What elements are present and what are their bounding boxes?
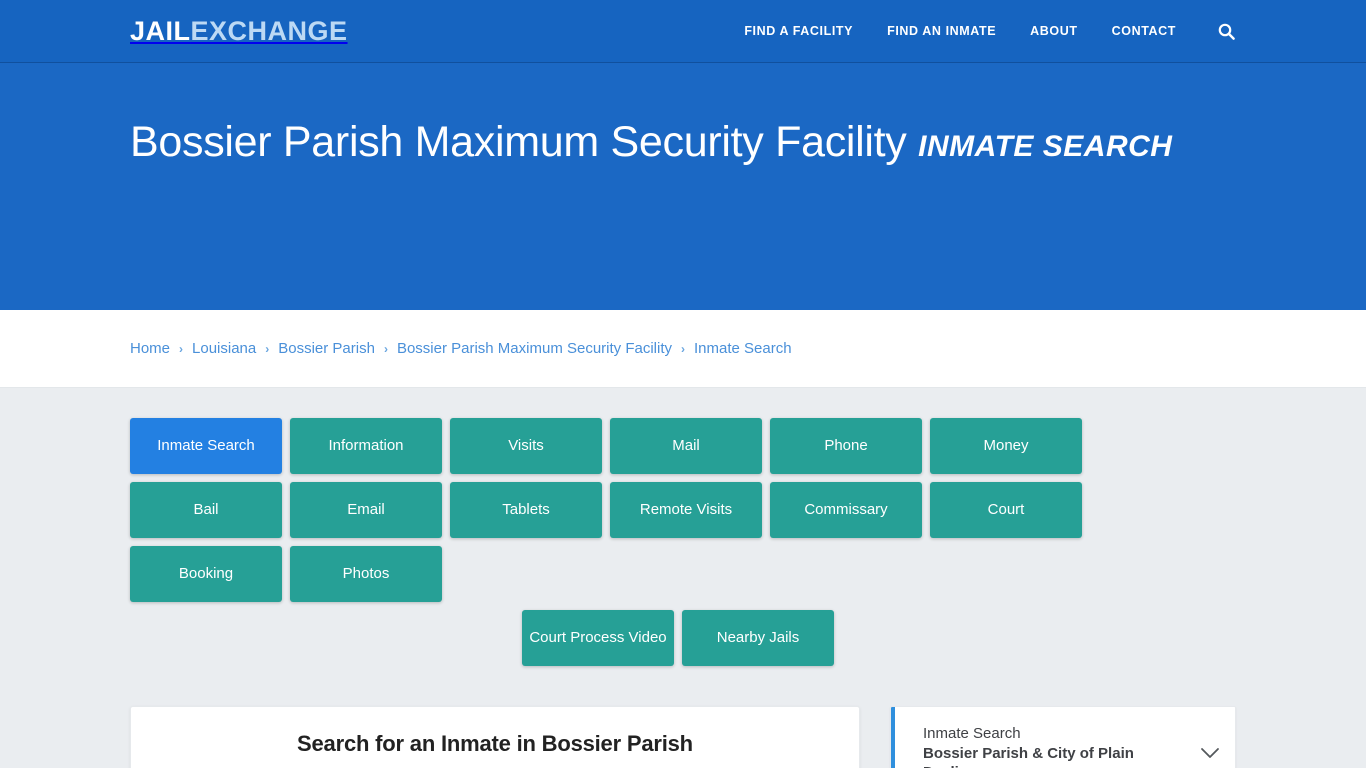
tab-photos[interactable]: Photos — [290, 546, 442, 602]
tab-money[interactable]: Money — [930, 418, 1082, 474]
breadcrumb: Home › Louisiana › Bossier Parish › Boss… — [130, 340, 792, 357]
main-navigation: FIND A FACILITY FIND AN INMATE ABOUT CON… — [744, 21, 1236, 41]
tab-remote-visits[interactable]: Remote Visits — [610, 482, 762, 538]
tab-mail[interactable]: Mail — [610, 418, 762, 474]
content-row: Search for an Inmate in Bossier Parish R… — [130, 706, 1236, 768]
tab-tablets[interactable]: Tablets — [450, 482, 602, 538]
chevron-right-icon: › — [383, 341, 388, 356]
top-navbar: JAILEXCHANGE FIND A FACILITY FIND AN INM… — [0, 0, 1366, 63]
tab-court[interactable]: Court — [930, 482, 1082, 538]
breadcrumb-item-facility[interactable]: Bossier Parish Maximum Security Facility — [397, 340, 672, 357]
nav-item-about[interactable]: ABOUT — [1030, 24, 1077, 38]
breadcrumb-item-home[interactable]: Home — [130, 340, 170, 357]
chevron-right-icon: › — [265, 341, 270, 356]
search-icon[interactable] — [1216, 21, 1236, 41]
inmate-search-card: Search for an Inmate in Bossier Parish R… — [130, 706, 860, 768]
chevron-right-icon: › — [179, 341, 184, 356]
accordion-item-title: Inmate Search — [923, 725, 1021, 742]
sidebar-accordion: Inmate Search Bossier Parish & City of P… — [890, 706, 1236, 768]
main-content: Inmate Search Information Visits Mail Ph… — [0, 388, 1366, 768]
accordion-item-bossier-parish[interactable]: Inmate Search Bossier Parish & City of P… — [891, 707, 1235, 768]
tab-nearby-jails[interactable]: Nearby Jails — [682, 610, 834, 666]
tab-visits[interactable]: Visits — [450, 418, 602, 474]
breadcrumb-band: Home › Louisiana › Bossier Parish › Boss… — [0, 310, 1366, 388]
breadcrumb-item-louisiana[interactable]: Louisiana — [192, 340, 256, 357]
chevron-down-icon — [1199, 742, 1221, 764]
accordion-item-label: Inmate Search Bossier Parish & City of P… — [923, 724, 1189, 768]
page-title-facility: Bossier Parish Maximum Security Facility — [130, 118, 919, 166]
tab-bail[interactable]: Bail — [130, 482, 282, 538]
breadcrumb-item-bossier-parish[interactable]: Bossier Parish — [278, 340, 375, 357]
page-title: Bossier Parish Maximum Security Facility… — [130, 113, 1200, 171]
facility-tab-grid: Inmate Search Information Visits Mail Ph… — [130, 418, 1226, 602]
tab-court-process-video[interactable]: Court Process Video — [522, 610, 674, 666]
tab-commissary[interactable]: Commissary — [770, 482, 922, 538]
page-title-suffix: Inmate Search — [918, 130, 1173, 163]
search-card-heading: Search for an Inmate in Bossier Parish — [297, 731, 693, 756]
chevron-right-icon: › — [681, 341, 685, 356]
tab-information[interactable]: Information — [290, 418, 442, 474]
nav-item-find-an-inmate[interactable]: FIND AN INMATE — [887, 24, 996, 38]
nav-item-find-a-facility[interactable]: FIND A FACILITY — [744, 24, 853, 38]
logo-text-jail: JAIL — [130, 15, 191, 46]
tab-phone[interactable]: Phone — [770, 418, 922, 474]
hero-banner: Bossier Parish Maximum Security Facility… — [0, 63, 1366, 310]
tab-booking[interactable]: Booking — [130, 546, 282, 602]
tab-inmate-search[interactable]: Inmate Search — [130, 418, 282, 474]
site-logo[interactable]: JAILEXCHANGE — [130, 15, 348, 46]
accordion-item-subtitle: Bossier Parish & City of Plain Dealing — [923, 744, 1134, 768]
nav-item-contact[interactable]: CONTACT — [1112, 24, 1176, 38]
breadcrumb-item-inmate-search[interactable]: Inmate Search — [694, 340, 792, 357]
facility-tab-row-3: Court Process Video Nearby Jails — [130, 610, 1226, 666]
logo-text-exchange: EXCHANGE — [190, 15, 348, 46]
tab-email[interactable]: Email — [290, 482, 442, 538]
